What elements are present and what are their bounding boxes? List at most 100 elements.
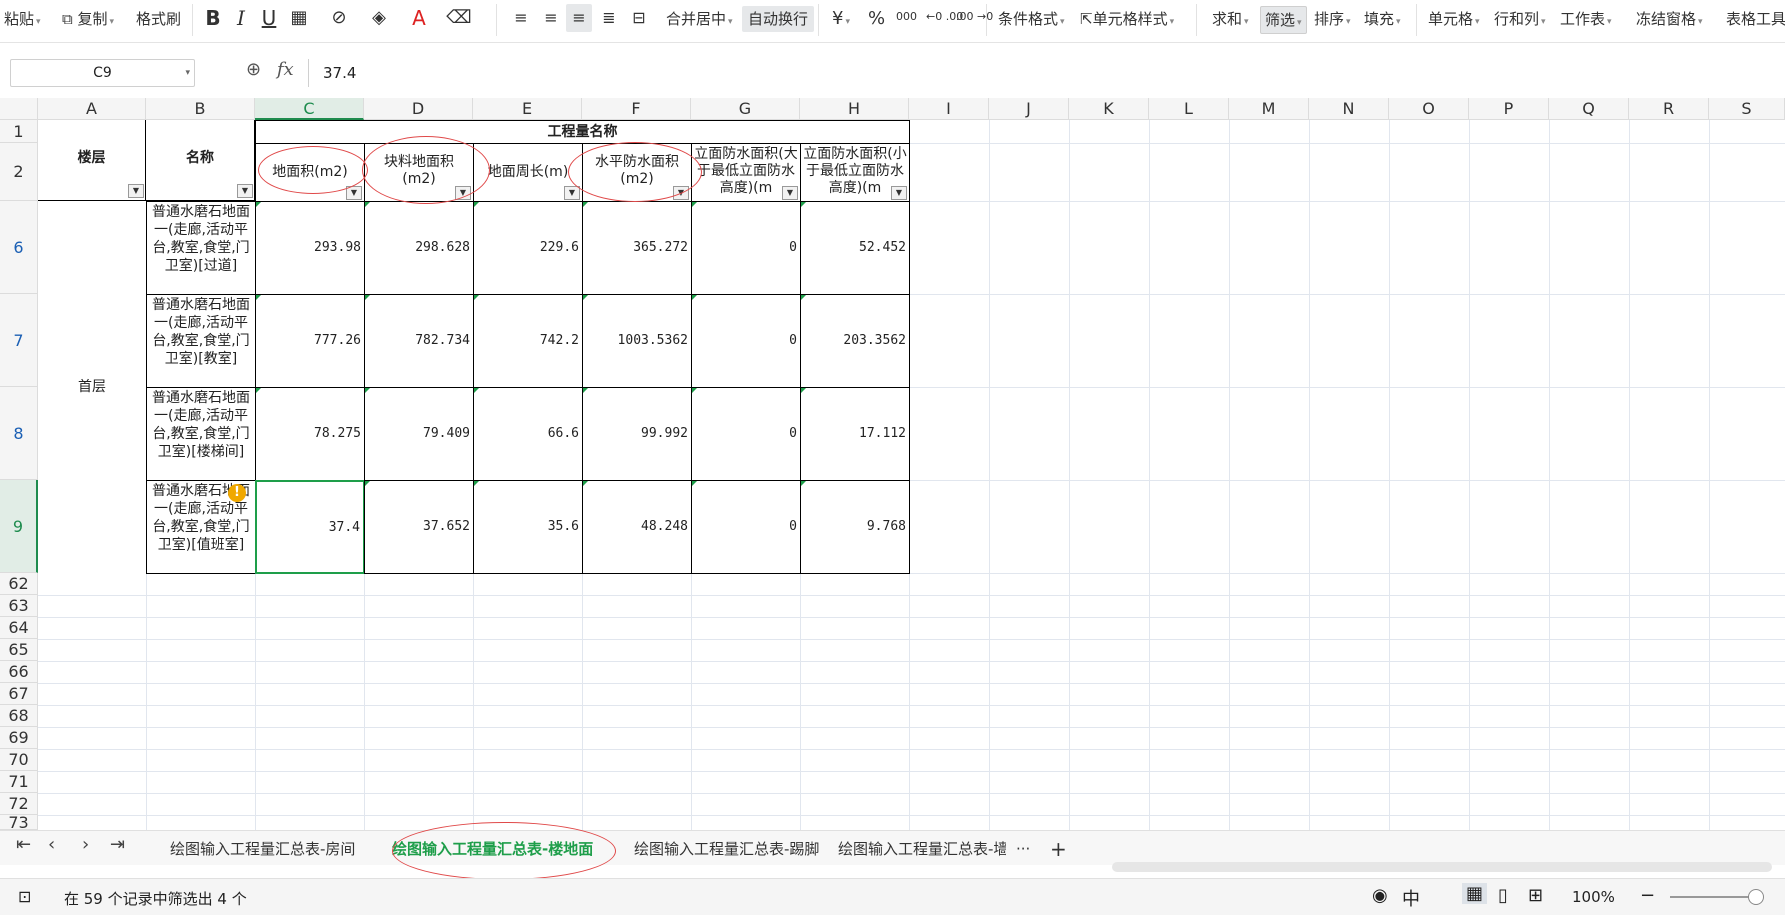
col-header-k[interactable]: K — [1069, 98, 1149, 120]
filter-dropdown-icon[interactable]: ▼ — [128, 184, 144, 198]
filter-button[interactable]: 筛选 ▾ — [1260, 6, 1307, 34]
col-header-f[interactable]: F — [582, 98, 691, 120]
more-tabs-button[interactable]: ··· — [1016, 836, 1030, 862]
row-col-button[interactable]: 行和列 ▾ — [1494, 6, 1546, 32]
cell-style-button[interactable]: ⇱单元格样式 ▾ — [1080, 6, 1174, 32]
header-floor-cell[interactable]: 楼层 ▼ — [38, 120, 146, 201]
value-cell[interactable]: 229.6 — [473, 201, 583, 295]
value-cell[interactable]: 1003.5362 — [582, 294, 692, 388]
paste-button[interactable]: 粘贴 ▾ — [4, 6, 41, 32]
sheet-tab-wall[interactable]: 绘图输入工程量汇总表-墙 — [838, 836, 1006, 862]
first-sheet-icon[interactable]: ⇤ — [16, 834, 31, 855]
filter-dropdown-icon[interactable]: ▼ — [891, 186, 907, 200]
value-cell[interactable]: 777.26 — [255, 294, 365, 388]
value-cell[interactable]: 293.98 — [255, 201, 365, 295]
filter-status-icon[interactable]: ⊡ — [18, 887, 31, 906]
value-cell[interactable]: 782.734 — [364, 294, 474, 388]
select-all-corner[interactable] — [0, 98, 38, 120]
page-break-icon[interactable]: ⊞ — [1528, 885, 1543, 906]
row-header-66[interactable]: 66 — [0, 661, 38, 683]
name-cell[interactable]: 普通水磨石地面一(走廊,活动平台,教室,食堂,门卫室)[楼梯间] — [146, 387, 256, 481]
group-header-cell[interactable]: 工程量名称 — [255, 120, 910, 144]
row-header-62[interactable]: 62 — [0, 573, 38, 595]
fill-color-icon[interactable]: ◈ — [366, 4, 392, 32]
row-header-2[interactable]: 2 — [0, 143, 38, 201]
header-name-cell[interactable]: 名称 ▼ — [146, 120, 255, 201]
horizontal-scrollbar[interactable] — [1112, 862, 1772, 872]
name-box[interactable]: C9 ▾ — [10, 59, 195, 87]
fill-button[interactable]: 填充 ▾ — [1364, 6, 1401, 32]
zoom-search-icon[interactable]: ⊕ — [246, 59, 261, 80]
decrease-decimal-button[interactable]: .00 →0 — [956, 4, 993, 30]
col-header-m[interactable]: M — [1229, 98, 1309, 120]
row-header-68[interactable]: 68 — [0, 705, 38, 727]
filter-dropdown-icon[interactable]: ▼ — [782, 186, 798, 200]
row-header-71[interactable]: 71 — [0, 771, 38, 793]
row-header-9[interactable]: 9 — [0, 480, 38, 573]
percent-button[interactable]: % — [868, 6, 885, 32]
sort-button[interactable]: 排序 ▾ — [1314, 6, 1351, 32]
value-cell[interactable]: 0 — [691, 480, 801, 574]
wrap-text-button[interactable]: 自动换行 — [742, 6, 815, 32]
format-painter-button[interactable]: 格式刷 — [136, 6, 181, 32]
underline-button[interactable]: U — [256, 4, 282, 32]
zoom-level[interactable]: 100% — [1572, 888, 1615, 906]
header-cell-h[interactable]: 立面防水面积(小于最低立面防水高度)(m ▼ — [800, 143, 910, 202]
col-header-a[interactable]: A — [38, 98, 146, 120]
row-header-8[interactable]: 8 — [0, 387, 38, 480]
value-cell[interactable]: 9.768 — [800, 480, 910, 574]
row-header-70[interactable]: 70 — [0, 749, 38, 771]
formula-input[interactable]: 37.4 — [308, 59, 1785, 87]
bold-button[interactable]: B — [200, 4, 226, 32]
col-header-j[interactable]: J — [989, 98, 1069, 120]
row-header-65[interactable]: 65 — [0, 639, 38, 661]
value-cell[interactable]: 52.452 — [800, 201, 910, 295]
eraser-icon[interactable]: ⌫ — [446, 4, 472, 32]
cell-button[interactable]: 单元格 ▾ — [1428, 6, 1480, 32]
col-header-n[interactable]: N — [1309, 98, 1389, 120]
value-cell[interactable]: 742.2 — [473, 294, 583, 388]
sheet-tab-room[interactable]: 绘图输入工程量汇总表-房间 — [170, 836, 355, 862]
col-header-s[interactable]: S — [1709, 98, 1785, 120]
thousands-button[interactable]: 000 — [896, 4, 917, 30]
value-cell[interactable]: 48.248 — [582, 480, 692, 574]
value-cell[interactable]: 79.409 — [364, 387, 474, 481]
warning-icon[interactable]: ! — [228, 484, 246, 502]
prev-sheet-icon[interactable]: ‹ — [48, 834, 55, 855]
col-header-c[interactable]: C — [255, 98, 364, 120]
row-header-64[interactable]: 64 — [0, 617, 38, 639]
fx-icon[interactable]: fx — [277, 59, 294, 80]
row-header-72[interactable]: 72 — [0, 793, 38, 815]
value-cell[interactable]: 0 — [691, 201, 801, 295]
value-cell[interactable]: 66.6 — [473, 387, 583, 481]
page-layout-icon[interactable]: ▯ — [1498, 885, 1508, 906]
table-tools-button[interactable]: 表格工具 — [1726, 6, 1785, 32]
row-header-63[interactable]: 63 — [0, 595, 38, 617]
align-center-icon[interactable]: ≡ — [538, 4, 564, 32]
conditional-format-button[interactable]: 条件格式 ▾ — [998, 6, 1065, 32]
value-cell[interactable]: 37.652 — [364, 480, 474, 574]
name-cell[interactable]: 普通水磨石地面一(走廊,活动平台,教室,食堂,门卫室)[教室] — [146, 294, 256, 388]
align-right-icon[interactable]: ≡ — [566, 4, 592, 32]
zoom-out-icon[interactable]: − — [1640, 885, 1655, 906]
sum-button[interactable]: 求和 ▾ — [1212, 6, 1249, 32]
col-header-p[interactable]: P — [1469, 98, 1549, 120]
currency-button[interactable]: ¥ ▾ — [832, 6, 850, 32]
freeze-panes-button[interactable]: 冻结窗格 ▾ — [1636, 6, 1703, 32]
value-cell[interactable]: 203.3562 — [800, 294, 910, 388]
col-header-i[interactable]: I — [909, 98, 989, 120]
selected-cell-c9[interactable]: 37.4 — [255, 480, 365, 574]
border-icon[interactable]: ▦ — [286, 4, 312, 32]
floor-cell[interactable]: 首层 — [38, 201, 147, 574]
col-header-e[interactable]: E — [473, 98, 582, 120]
sheet-tab-skirting[interactable]: 绘图输入工程量汇总表-踢脚 — [634, 836, 819, 862]
row-header-1[interactable]: 1 — [0, 120, 38, 143]
distribute-icon[interactable]: ⊟ — [626, 4, 652, 32]
col-header-o[interactable]: O — [1389, 98, 1469, 120]
row-header-69[interactable]: 69 — [0, 727, 38, 749]
clear-format-icon[interactable]: ⊘ — [326, 4, 352, 32]
row-header-73[interactable]: 73 — [0, 815, 38, 830]
eye-protection-icon[interactable]: ◉ — [1372, 885, 1388, 906]
col-header-l[interactable]: L — [1149, 98, 1229, 120]
normal-view-icon[interactable]: ▦ — [1462, 883, 1488, 904]
